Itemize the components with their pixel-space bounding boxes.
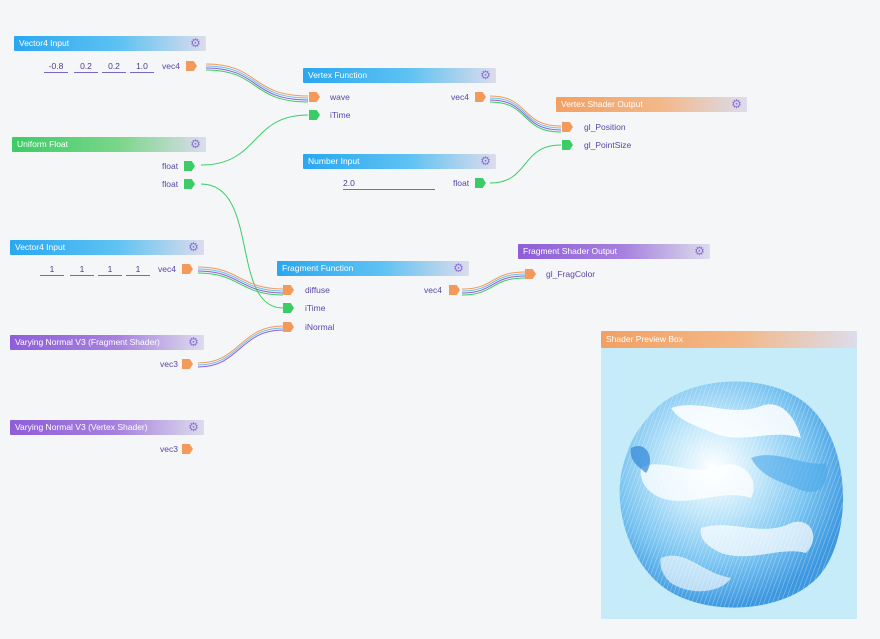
node-header[interactable]: Vector4 Input ⚙ [10,240,204,255]
preview-header[interactable]: Shader Preview Box [601,331,857,348]
output-port[interactable] [182,264,193,274]
output-label: vec3 [160,444,178,454]
gear-icon[interactable]: ⚙ [479,69,492,82]
input-port[interactable] [283,303,294,313]
input-label: iTime [305,303,326,313]
node-header[interactable]: Uniform Float ⚙ [12,137,206,152]
output-port[interactable] [184,179,195,189]
node-varying-normal-fragment[interactable]: Varying Normal V3 (Fragment Shader) ⚙ vec… [10,335,204,375]
value-field-z[interactable]: 0.2 [102,60,126,73]
output-port[interactable] [184,161,195,171]
node-uniform-float[interactable]: Uniform Float ⚙ float float [12,137,206,192]
node-title: Fragment Shader Output [523,246,618,256]
output-port[interactable] [182,444,193,454]
gear-icon[interactable]: ⚙ [452,262,465,275]
output-label: vec4 [158,264,176,274]
node-title: Number Input [308,156,360,166]
value-field-y[interactable]: 1 [70,263,94,276]
input-label: gl_Position [584,122,626,132]
node-title: Vector4 Input [19,38,70,48]
node-header[interactable]: Vertex Shader Output ⚙ [556,97,747,112]
node-header[interactable]: Vector4 Input ⚙ [14,36,206,51]
input-port[interactable] [309,110,320,120]
node-title: Vertex Function [308,70,368,80]
node-title: Varying Normal V3 (Fragment Shader) [15,337,160,347]
output-port[interactable] [449,285,460,295]
node-number-input[interactable]: Number Input ⚙ 2.0 float [303,154,496,194]
input-port[interactable] [562,122,573,132]
input-label: iNormal [305,322,335,332]
shader-preview-box[interactable]: Shader Preview Box [601,331,857,619]
wire-vec4-to-wave [205,63,309,103]
output-label: float [162,161,179,171]
wire-normal-to-inormal [197,325,284,368]
value-field-x[interactable]: 1 [40,263,64,276]
gear-icon[interactable]: ⚙ [479,155,492,168]
input-port[interactable] [283,285,294,295]
input-label: iTime [330,110,351,120]
node-vertex-shader-output[interactable]: Vertex Shader Output ⚙ gl_Position gl_Poi… [556,97,747,152]
input-label: wave [330,92,350,102]
preview-canvas[interactable] [601,348,857,619]
wire-fragment-to-fragcolor [461,271,526,296]
input-port[interactable] [525,269,536,279]
node-vertex-function[interactable]: Vertex Function ⚙ wave iTime vec4 [303,68,496,123]
input-port[interactable] [309,92,320,102]
node-header[interactable]: Varying Normal V3 (Fragment Shader) ⚙ [10,335,204,350]
output-label: vec4 [424,285,442,295]
node-fragment-function[interactable]: Fragment Function ⚙ diffuse iTime iNormal… [277,261,469,336]
input-label: gl_PointSize [584,140,632,150]
node-header[interactable]: Vertex Function ⚙ [303,68,496,83]
node-title: Vector4 Input [15,242,66,252]
shaded-sphere-image [619,381,844,608]
output-label: vec3 [160,359,178,369]
output-port[interactable] [475,92,486,102]
value-field-z[interactable]: 1 [98,263,122,276]
value-field-y[interactable]: 0.2 [74,60,98,73]
wire-vec4-to-diffuse [197,266,284,296]
gear-icon[interactable]: ⚙ [189,37,202,50]
value-field-w[interactable]: 1.0 [130,60,154,73]
node-header[interactable]: Fragment Shader Output ⚙ [518,244,710,259]
value-field-w[interactable]: 1 [126,263,150,276]
wire-vertex-to-position [489,95,562,133]
number-field[interactable]: 2.0 [343,177,435,190]
wire-float-to-frag-itime [200,183,284,309]
gear-icon[interactable]: ⚙ [189,138,202,151]
value-field-x[interactable]: -0.8 [44,60,68,73]
node-title: Uniform Float [17,139,69,149]
gear-icon[interactable]: ⚙ [693,245,706,258]
node-title: Varying Normal V3 (Vertex Shader) [15,422,148,432]
node-header[interactable]: Number Input ⚙ [303,154,496,169]
input-port[interactable] [283,322,294,332]
output-port[interactable] [475,178,486,188]
input-label: diffuse [305,285,330,295]
node-header[interactable]: Varying Normal V3 (Vertex Shader) ⚙ [10,420,204,435]
output-label: float [453,178,470,188]
wire-number-to-pointsize [489,144,562,184]
node-fragment-shader-output[interactable]: Fragment Shader Output ⚙ gl_FragColor [518,244,710,284]
gear-icon[interactable]: ⚙ [187,241,200,254]
node-vector4-input-1[interactable]: Vector4 Input ⚙ -0.8 0.2 0.2 1.0 vec4 [14,36,206,76]
wire-float-to-itime [200,114,309,166]
preview-title: Shader Preview Box [606,334,684,344]
gear-icon[interactable]: ⚙ [187,336,200,349]
input-label: gl_FragColor [546,269,596,279]
node-title: Fragment Function [282,263,354,273]
output-label: vec4 [451,92,469,102]
output-port[interactable] [186,61,197,71]
gear-icon[interactable]: ⚙ [187,421,200,434]
node-title: Vertex Shader Output [561,99,643,109]
node-header[interactable]: Fragment Function ⚙ [277,261,469,276]
node-vector4-input-2[interactable]: Vector4 Input ⚙ 1 1 1 1 vec4 [10,240,204,280]
output-label: vec4 [162,61,180,71]
input-port[interactable] [562,140,573,150]
node-varying-normal-vertex[interactable]: Varying Normal V3 (Vertex Shader) ⚙ vec3 [10,420,204,460]
gear-icon[interactable]: ⚙ [730,98,743,111]
output-port[interactable] [182,359,193,369]
output-label: float [162,179,179,189]
